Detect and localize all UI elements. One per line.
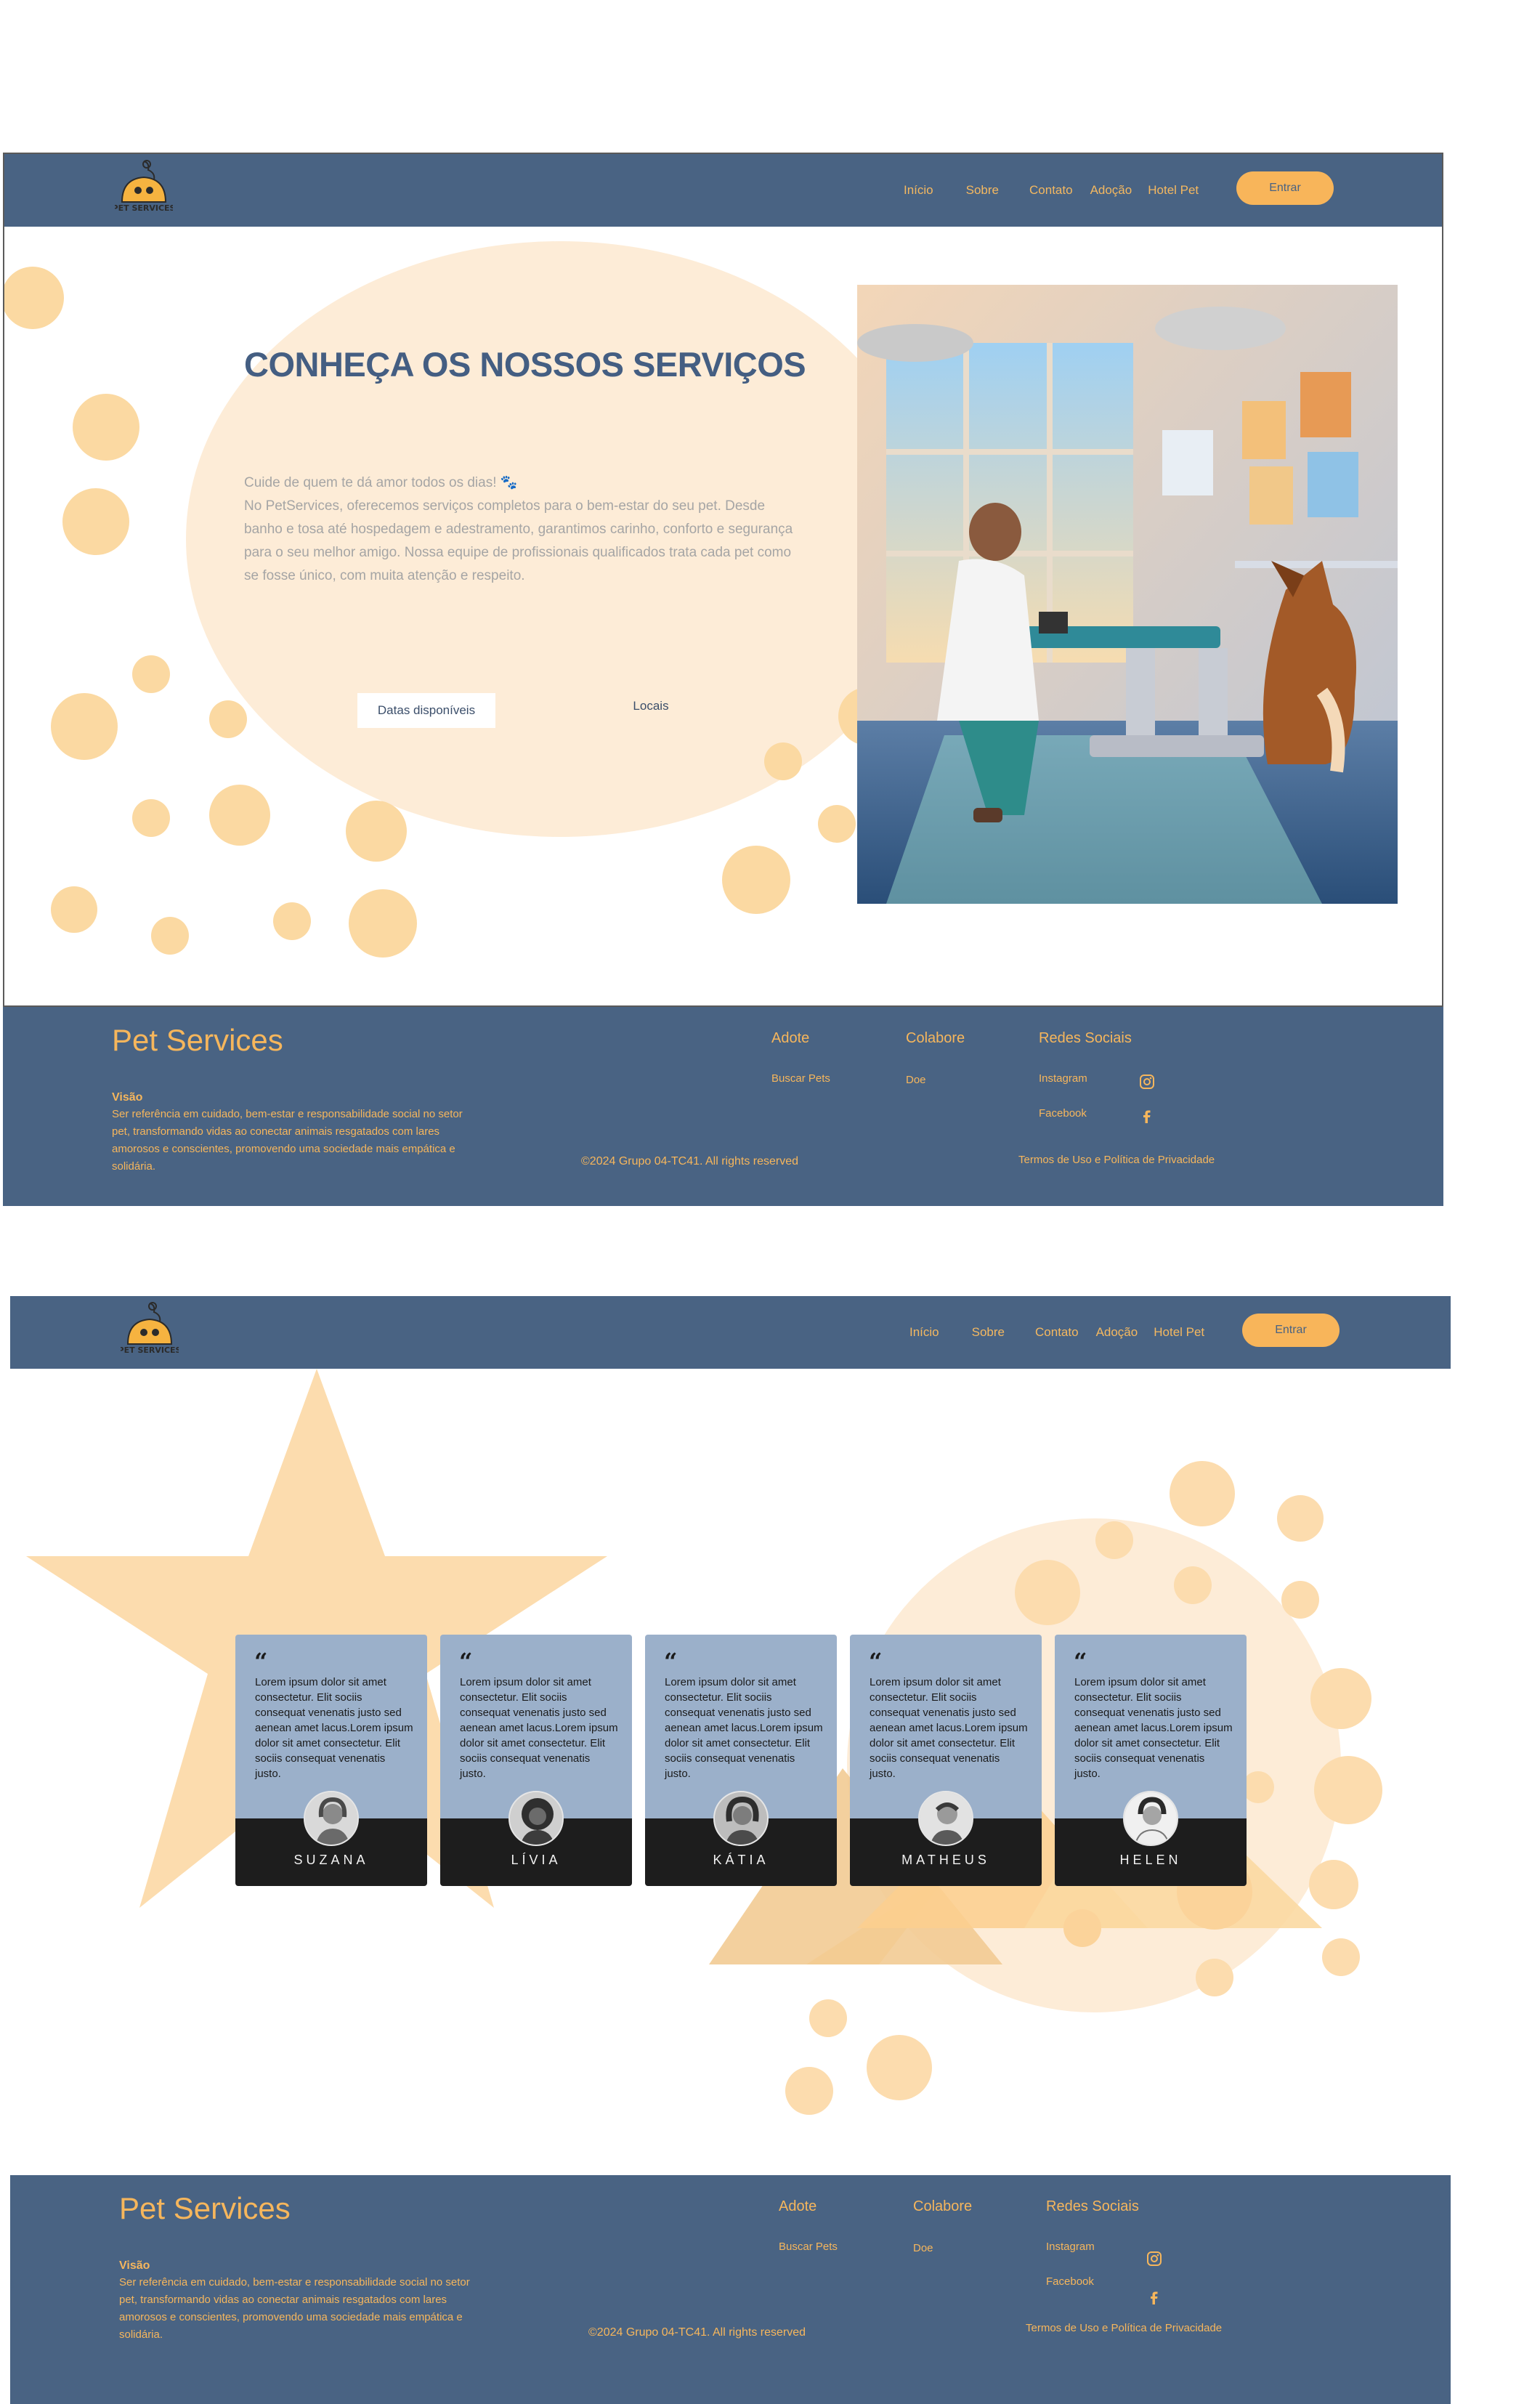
decor-circle [722, 846, 790, 914]
vet-clinic-illustration [857, 285, 1398, 904]
decor-circle [73, 394, 139, 461]
nav-contato[interactable]: Contato [1035, 1325, 1079, 1340]
footer-colabore-title: Colabore [906, 1030, 965, 1046]
nav-contato[interactable]: Contato [1029, 183, 1073, 198]
decor-circle [51, 693, 118, 760]
nav-menu: Início Sobre Contato Adoção Hotel Pet [909, 1296, 1222, 1369]
available-dates-button[interactable]: Datas disponíveis [357, 693, 495, 728]
decor-circle [346, 801, 407, 862]
testimonial-name: KÁTIA [713, 1853, 769, 1867]
footer-vision-text: Ser referência em cuidado, bem-estar e r… [112, 1108, 463, 1173]
testimonial-card-matheus[interactable]: “ Lorem ipsum dolor sit amet consectetur… [850, 1635, 1042, 1886]
footer-terms-link[interactable]: Termos de Uso e Política de Privacidade [1018, 1154, 1215, 1166]
pet-services-logo[interactable]: PET SERVICES [113, 157, 176, 216]
testimonial-card-katia[interactable]: “ Lorem ipsum dolor sit amet consectetur… [645, 1635, 837, 1886]
instagram-icon[interactable] [1146, 2251, 1162, 2267]
decor-circle [151, 917, 189, 955]
decor-circle [4, 267, 64, 329]
footer-social-title: Redes Sociais [1046, 2198, 1139, 2214]
svg-text:PET SERVICES: PET SERVICES [115, 203, 173, 213]
decor-circle [62, 488, 129, 555]
decor-circle [132, 655, 170, 693]
footer-doe-link[interactable]: Doe [913, 2242, 933, 2254]
quote-icon: “ [664, 1648, 678, 1675]
top-navbar-page2: PET SERVICES Início Sobre Contato Adoção… [10, 1296, 1451, 1369]
testimonial-name: HELEN [1119, 1853, 1182, 1867]
avatar [713, 1791, 769, 1846]
nav-sobre[interactable]: Sobre [966, 183, 999, 198]
decor-circle [349, 889, 417, 958]
footer-brand: Pet Services [112, 1023, 283, 1057]
footer-buscar-pets-link[interactable]: Buscar Pets [771, 1072, 830, 1085]
footer-copyright: ©2024 Grupo 04-TC41. All rights reserved [588, 2326, 806, 2339]
nav-hotel-pet[interactable]: Hotel Pet [1154, 1325, 1204, 1340]
footer-vision-text: Ser referência em cuidado, bem-estar e r… [119, 2276, 470, 2341]
testimonial-text: Lorem ipsum dolor sit amet consectetur. … [870, 1676, 1028, 1780]
instagram-icon[interactable] [1139, 1074, 1155, 1090]
footer-vision-title: Visão [112, 1091, 143, 1104]
decor-circle [209, 700, 247, 738]
footer-vision-title: Visão [119, 2259, 150, 2272]
footer-instagram-link[interactable]: Instagram [1046, 2241, 1095, 2253]
hero-description: Cuide de quem te dá amor todos os dias! … [244, 472, 796, 588]
facebook-icon[interactable] [1139, 1109, 1155, 1125]
footer-page2: Pet Services Visão Ser referência em cui… [10, 2175, 1451, 2404]
top-navbar: PET SERVICES Início Sobre Contato Adoção… [4, 154, 1442, 227]
avatar [508, 1791, 564, 1846]
testimonial-name: SUZANA [293, 1853, 369, 1867]
nav-adocao[interactable]: Adoção [1090, 183, 1132, 198]
avatar [304, 1791, 359, 1846]
hero-title: CONHEÇA OS NOSSOS SERVIÇOS [244, 345, 806, 384]
nav-inicio[interactable]: Início [904, 183, 933, 198]
footer-terms-link[interactable]: Termos de Uso e Política de Privacidade [1026, 2322, 1222, 2334]
footer-buscar-pets-link[interactable]: Buscar Pets [779, 2241, 838, 2253]
nav-inicio[interactable]: Início [909, 1325, 939, 1340]
decor-circle [51, 886, 97, 933]
decor-circle [132, 799, 170, 837]
footer-copyright: ©2024 Grupo 04-TC41. All rights reserved [581, 1155, 799, 1167]
footer-brand: Pet Services [119, 2191, 291, 2225]
footer-social-title: Redes Sociais [1039, 1030, 1132, 1046]
decor-circle [764, 742, 802, 780]
login-button[interactable]: Entrar [1242, 1314, 1340, 1347]
hero-intro: Cuide de quem te dá amor todos os dias! … [244, 475, 518, 490]
footer-doe-link[interactable]: Doe [906, 1074, 926, 1086]
quote-icon: “ [254, 1648, 268, 1675]
nav-hotel-pet[interactable]: Hotel Pet [1148, 183, 1199, 198]
testimonial-card-livia[interactable]: “ Lorem ipsum dolor sit amet consectetur… [440, 1635, 632, 1886]
testimonial-name: MATHEUS [901, 1853, 990, 1867]
pet-services-logo[interactable]: PET SERVICES [118, 1299, 182, 1359]
testimonial-text: Lorem ipsum dolor sit amet consectetur. … [665, 1676, 823, 1780]
svg-text:PET SERVICES: PET SERVICES [121, 1345, 179, 1355]
nav-sobre[interactable]: Sobre [972, 1325, 1005, 1340]
decor-circle [818, 805, 856, 843]
testimonial-text: Lorem ipsum dolor sit amet consectetur. … [1074, 1676, 1233, 1780]
footer-colabore-title: Colabore [913, 2198, 973, 2214]
footer-facebook-link[interactable]: Facebook [1046, 2275, 1094, 2288]
testimonial-text: Lorem ipsum dolor sit amet consectetur. … [460, 1676, 618, 1780]
decor-circle [209, 785, 270, 846]
nav-adocao[interactable]: Adoção [1096, 1325, 1138, 1340]
quote-icon: “ [459, 1648, 473, 1675]
footer-page1: Pet Services Visão Ser referência em cui… [3, 1007, 1443, 1206]
nav-menu: Início Sobre Contato Adoção Hotel Pet [904, 154, 1216, 227]
quote-icon: “ [869, 1648, 883, 1675]
testimonial-card-suzana[interactable]: “ Lorem ipsum dolor sit amet consectetur… [235, 1635, 427, 1886]
login-button[interactable]: Entrar [1236, 171, 1334, 205]
testimonial-text: Lorem ipsum dolor sit amet consectetur. … [255, 1676, 413, 1780]
footer-instagram-link[interactable]: Instagram [1039, 1072, 1087, 1085]
footer-adote-title: Adote [771, 1030, 810, 1046]
decor-circle [273, 902, 311, 940]
facebook-icon[interactable] [1146, 2290, 1162, 2306]
services-page-frame: PET SERVICES Início Sobre Contato Adoção… [3, 153, 1443, 1007]
avatar [1123, 1791, 1178, 1846]
testimonial-name: LÍVIA [511, 1853, 562, 1867]
hero-paragraph: No PetServices, oferecemos serviços comp… [244, 498, 793, 583]
footer-adote-title: Adote [779, 2198, 817, 2214]
avatar [918, 1791, 973, 1846]
footer-facebook-link[interactable]: Facebook [1039, 1107, 1087, 1120]
testimonial-card-helen[interactable]: “ Lorem ipsum dolor sit amet consectetur… [1055, 1635, 1247, 1886]
locations-button[interactable]: Locais [600, 689, 702, 724]
quote-icon: “ [1074, 1648, 1087, 1675]
